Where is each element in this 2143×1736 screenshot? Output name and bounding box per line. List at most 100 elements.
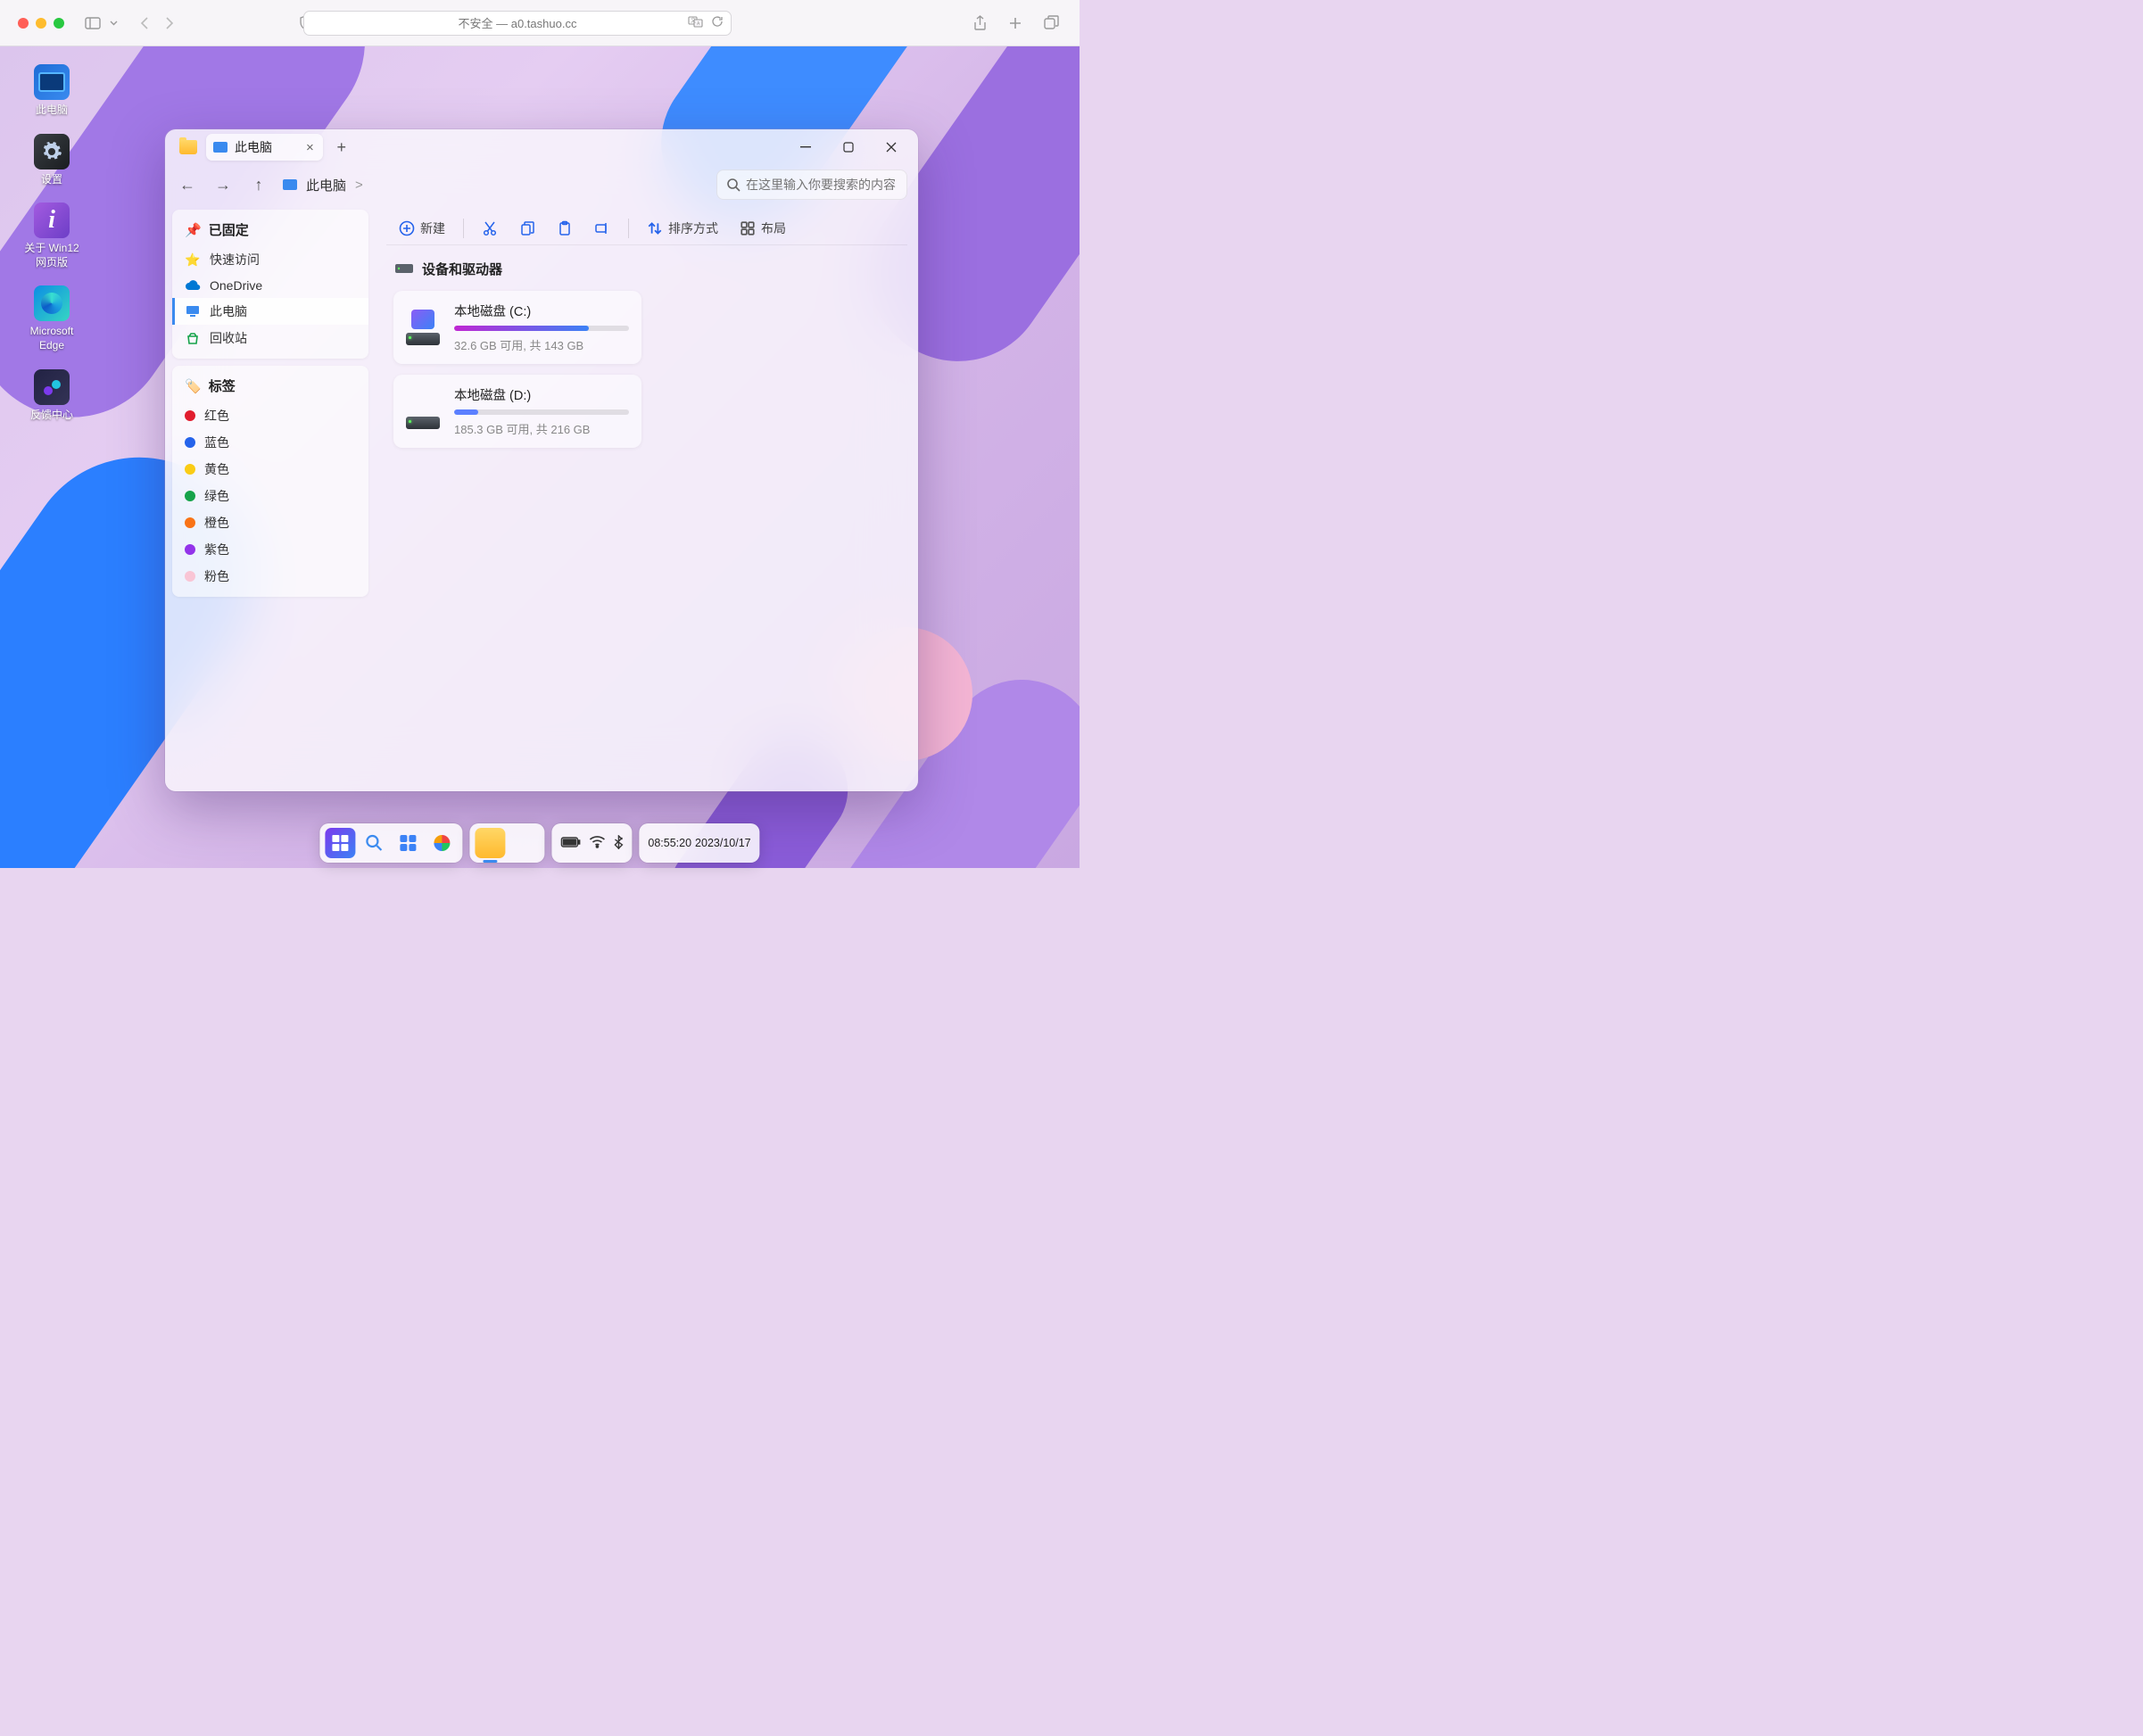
sidebar-item-onedrive[interactable]: OneDrive — [172, 273, 368, 298]
drive-item[interactable]: 本地磁盘 (C:) 32.6 GB 可用, 共 143 GB — [393, 291, 641, 364]
rename-button[interactable] — [587, 217, 617, 240]
maximize-button[interactable] — [829, 134, 868, 161]
sidebar-tag-item[interactable]: 粉色 — [172, 563, 368, 590]
drives-list: 本地磁盘 (C:) 32.6 GB 可用, 共 143 GB 本地磁盘 (D:)… — [386, 284, 907, 455]
tag-icon: 🏷️ — [185, 378, 202, 394]
sidebar-tag-item[interactable]: 绿色 — [172, 483, 368, 509]
back-icon[interactable] — [134, 12, 155, 34]
nav-forward-icon[interactable]: → — [211, 173, 235, 196]
explorer-app-icon — [178, 136, 199, 158]
desktop-icon-settings[interactable]: 设置 — [18, 134, 86, 187]
desktop-icon-feedback[interactable]: 反馈中心 — [18, 369, 86, 423]
edge-icon — [34, 285, 70, 321]
search-input[interactable] — [746, 178, 898, 192]
taskbar-pinwheel-icon[interactable] — [426, 828, 457, 858]
taskbar-widgets-icon[interactable] — [393, 828, 423, 858]
copy-button[interactable] — [512, 217, 542, 240]
cut-button[interactable] — [475, 217, 505, 240]
system-tray[interactable] — [551, 823, 632, 863]
desktop-icon-pc[interactable]: 此电脑 — [18, 64, 86, 118]
sidebar-tag-item[interactable]: 红色 — [172, 402, 368, 429]
svg-text:文: 文 — [691, 17, 696, 24]
breadcrumb-sep: > — [355, 178, 363, 193]
close-icon[interactable] — [18, 18, 29, 29]
tag-color-dot — [185, 410, 195, 421]
forward-icon[interactable] — [159, 12, 180, 34]
gear-icon — [34, 134, 70, 169]
start-button[interactable] — [325, 828, 355, 858]
minimize-button[interactable] — [786, 134, 825, 161]
hdd-icon — [395, 261, 413, 277]
taskbar-search-icon[interactable] — [359, 828, 389, 858]
toolbar: 新建 排序方式 布局 — [386, 211, 907, 245]
taskbar-clock[interactable]: 08:55:20 2023/10/17 — [639, 823, 759, 863]
window-traffic-lights[interactable] — [18, 18, 64, 29]
close-tab-icon[interactable]: × — [306, 140, 314, 155]
safari-toolbar: 不安全 — a0.tashuo.cc 文A — [0, 0, 1080, 46]
drive-name: 本地磁盘 (C:) — [454, 302, 629, 320]
sidebar-tag-item[interactable]: 黄色 — [172, 456, 368, 483]
feedback-icon — [34, 369, 70, 405]
explorer-titlebar[interactable]: 此电脑 × + — [165, 129, 918, 165]
paste-button[interactable] — [550, 217, 580, 240]
address-text: 不安全 — a0.tashuo.cc — [459, 14, 577, 31]
desktop-icon-about[interactable]: i 关于 Win12 网页版 — [18, 203, 86, 269]
sidebar: 📌 已固定 ⭐ 快速访问 OneDrive 此电脑 — [165, 204, 376, 791]
sidebar-tag-item[interactable]: 紫色 — [172, 536, 368, 563]
sidebar-toggle-icon[interactable] — [82, 12, 103, 34]
taskbar-empty-slot[interactable] — [509, 828, 539, 858]
monitor-icon — [34, 64, 70, 100]
explorer-window: 此电脑 × + ← → ↑ 此电脑 > 📌 已固定 — [165, 129, 918, 791]
explorer-nav: ← → ↑ 此电脑 > — [165, 165, 918, 204]
desktop-icon-edge[interactable]: Microsoft Edge — [18, 285, 86, 352]
tag-color-dot — [185, 491, 195, 501]
clock-date: 2023/10/17 — [695, 836, 751, 850]
clock-time: 08:55:20 — [648, 836, 691, 850]
tag-color-dot — [185, 544, 195, 555]
new-tab-icon[interactable] — [1005, 12, 1026, 34]
search-icon — [726, 178, 741, 192]
reload-icon[interactable] — [711, 15, 724, 30]
explorer-content: 新建 排序方式 布局 设备和驱动器 — [376, 204, 918, 791]
address-bar[interactable]: 不安全 — a0.tashuo.cc 文A — [303, 11, 732, 36]
nav-up-icon[interactable]: ↑ — [247, 173, 270, 196]
monitor-icon — [283, 179, 297, 190]
sidebar-item-quick[interactable]: ⭐ 快速访问 — [172, 246, 368, 273]
sort-button[interactable]: 排序方式 — [640, 216, 725, 241]
drive-stats: 185.3 GB 可用, 共 216 GB — [454, 420, 629, 437]
new-tab-button[interactable]: + — [330, 136, 353, 159]
tab-title: 此电脑 — [235, 138, 272, 156]
tabs-overview-icon[interactable] — [1040, 12, 1062, 34]
fullscreen-icon[interactable] — [54, 18, 64, 29]
tag-color-dot — [185, 437, 195, 448]
explorer-tab[interactable]: 此电脑 × — [206, 134, 323, 161]
tag-color-dot — [185, 517, 195, 528]
drive-item[interactable]: 本地磁盘 (D:) 185.3 GB 可用, 共 216 GB — [393, 375, 641, 448]
translate-icon[interactable]: 文A — [688, 16, 704, 30]
new-button[interactable]: 新建 — [392, 216, 452, 241]
info-icon: i — [34, 203, 70, 238]
star-icon: ⭐ — [185, 252, 201, 268]
drive-name: 本地磁盘 (D:) — [454, 385, 629, 404]
minimize-icon[interactable] — [36, 18, 46, 29]
sidebar-tag-item[interactable]: 蓝色 — [172, 429, 368, 456]
sidebar-item-pc[interactable]: 此电脑 — [172, 298, 368, 325]
recycle-icon — [185, 330, 201, 346]
search-box[interactable] — [716, 169, 907, 200]
sidebar-group-tags: 🏷️ 标签 红色蓝色黄色绿色橙色紫色粉色 — [172, 366, 368, 597]
breadcrumb[interactable]: 此电脑 > — [283, 176, 363, 194]
drive-icon — [406, 393, 442, 429]
nav-back-icon[interactable]: ← — [176, 173, 199, 196]
close-button[interactable] — [872, 134, 911, 161]
chevron-down-icon[interactable] — [107, 12, 120, 34]
drive-usage-bar — [454, 326, 629, 331]
taskbar-explorer-icon[interactable] — [475, 828, 505, 858]
sidebar-tag-item[interactable]: 橙色 — [172, 509, 368, 536]
taskbar-apps — [469, 823, 544, 863]
monitor-icon — [185, 303, 201, 319]
bluetooth-icon — [614, 835, 623, 852]
share-icon[interactable] — [969, 12, 990, 34]
layout-button[interactable]: 布局 — [732, 216, 793, 241]
sidebar-item-recycle[interactable]: 回收站 — [172, 325, 368, 351]
sidebar-head-tags: 🏷️ 标签 — [172, 373, 368, 402]
